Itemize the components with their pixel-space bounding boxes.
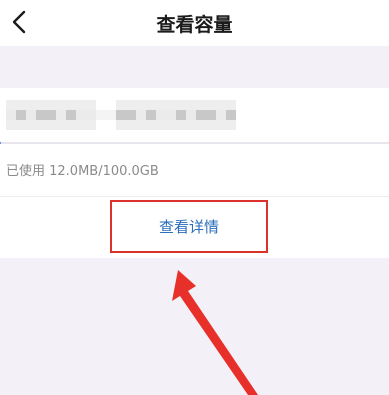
usage-text: 已使用 12.0MB/100.0GB	[6, 164, 159, 179]
storage-capacity-page: 查看容量 已使用 12.0MB/100.0GB 查看详情	[0, 0, 389, 395]
masked-account-name	[6, 100, 236, 130]
section-spacer	[0, 46, 389, 88]
usage-progress-bar	[0, 142, 389, 144]
usage-progress-fill	[0, 142, 2, 144]
page-title: 查看容量	[156, 14, 233, 36]
view-details-label: 查看详情	[158, 218, 219, 236]
divider	[0, 196, 389, 197]
view-details-button[interactable]: 查看详情	[110, 200, 268, 253]
navigation-bar: 查看容量	[0, 0, 389, 46]
